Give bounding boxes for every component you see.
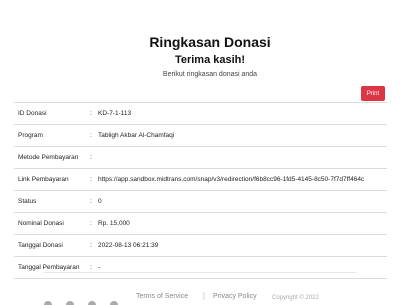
- table-row: Link Pembayaran : https://app.sandbox.mi…: [14, 169, 387, 191]
- table-row: Tanggal Pembayaran : -: [14, 257, 387, 279]
- row-separator: :: [90, 110, 92, 117]
- row-label: Tanggal Pembayaran: [18, 264, 80, 271]
- table-row: Metode Pembayaran :: [14, 147, 387, 169]
- row-value: 2022-08-13 06:21:39: [98, 242, 159, 249]
- payment-link-value: https://app.sandbox.midtrans.com/snap/v3…: [98, 176, 365, 183]
- page-title: Ringkasan Donasi: [149, 34, 271, 50]
- footer-link-divider: |: [203, 293, 205, 300]
- table-row: Program : Tabligh Akbar Al-Chamfaqi: [14, 125, 387, 147]
- table-row: Status : 0: [14, 191, 387, 213]
- row-label: ID Donasi: [18, 110, 47, 117]
- row-separator: :: [90, 154, 92, 161]
- row-label: Tanggal Donasi: [18, 242, 63, 249]
- row-value: 0: [98, 198, 102, 205]
- row-value: Rp. 15,000: [98, 220, 130, 227]
- row-label: Program: [18, 132, 43, 139]
- footer: Terms of Service | Privacy Policy Copyri…: [0, 293, 420, 305]
- row-separator: :: [90, 132, 92, 139]
- row-separator: :: [90, 264, 92, 271]
- row-label: Link Pembayaran: [18, 176, 69, 183]
- summary-table: ID Donasi : KD-7-1-113 Program : Tabligh…: [14, 102, 387, 279]
- row-value: KD-7-1-113: [98, 110, 132, 117]
- row-separator: :: [90, 242, 92, 249]
- row-separator: :: [90, 176, 92, 183]
- summary-description: Berikut ringkasan donasi anda: [162, 71, 258, 78]
- row-label: Nominal Donasi: [18, 220, 64, 227]
- row-separator: :: [90, 220, 92, 227]
- thank-you-heading: Terima kasih!: [174, 54, 246, 66]
- row-label: Metode Pembayaran: [18, 154, 79, 161]
- table-row: Tanggal Donasi : 2022-08-13 06:21:39: [14, 235, 387, 257]
- copyright-text: Copyright © 2022: [272, 295, 319, 301]
- print-button[interactable]: Print: [361, 86, 385, 101]
- donation-summary-page: Ringkasan Donasi Terima kasih! Berikut r…: [0, 0, 420, 305]
- row-value: Tabligh Akbar Al-Chamfaqi: [98, 132, 175, 139]
- row-value: -: [98, 264, 101, 271]
- row-label: Status: [18, 198, 37, 205]
- privacy-policy-link[interactable]: Privacy Policy: [213, 293, 257, 300]
- table-row: Nominal Donasi : Rp. 15,000: [14, 213, 387, 235]
- table-row: ID Donasi : KD-7-1-113: [14, 102, 387, 125]
- footer-divider: [44, 272, 356, 273]
- row-separator: :: [90, 198, 92, 205]
- terms-of-service-link[interactable]: Terms of Service: [136, 293, 188, 300]
